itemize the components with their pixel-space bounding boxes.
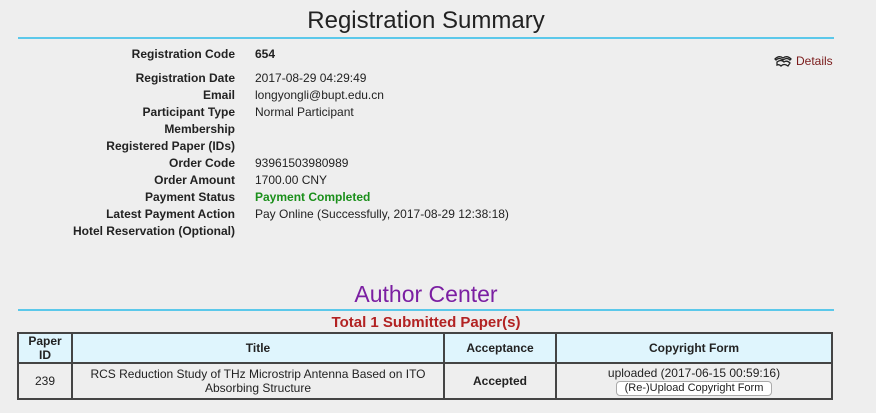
papers-table: Paper ID Title Acceptance Copyright Form… [17,332,833,400]
field-label: Latest Payment Action [106,207,235,221]
registration-summary-title: Registration Summary [307,7,545,34]
author-center-title: Author Center [354,281,498,307]
field-label: Participant Type [142,105,235,119]
details-icon [774,54,792,68]
column-header-paper-id: Paper ID [17,332,73,364]
details-link[interactable]: Details [774,54,833,68]
acceptance-status: Accepted [443,362,557,400]
field-label: Membership [164,122,235,136]
field-value: 654 [255,47,276,61]
field-label: Registered Paper (IDs) [106,139,235,153]
field-label: Registration Code [131,47,235,61]
field-value: longyongli@bupt.edu.cn [255,88,384,102]
payment-status-badge: Payment Completed [255,190,371,204]
divider [18,309,834,311]
field-value: 93961503980989 [255,156,349,170]
copyright-upload-status: uploaded (2017-06-15 00:59:16) [607,366,781,380]
paper-id-cell: 239 [17,362,73,400]
field-value: Normal Participant [255,105,354,119]
field-label: Registration Date [135,71,235,85]
upload-copyright-form-button[interactable]: (Re-)Upload Copyright Form [615,381,773,396]
column-header-title: Title [71,332,445,364]
field-label: Order Code [168,156,235,170]
column-header-copyright-form: Copyright Form [555,332,833,364]
field-value: Pay Online (Successfully, 2017-08-29 12:… [255,207,509,221]
field-label: Order Amount [154,173,235,187]
field-value: 2017-08-29 04:29:49 [255,71,367,85]
submitted-papers-count: Total 1 Submitted Paper(s) [331,314,521,331]
table-header-row: Paper ID Title Acceptance Copyright Form [17,332,833,364]
divider [18,37,834,39]
paper-title-cell: RCS Reduction Study of THz Microstrip An… [71,362,445,400]
column-header-acceptance: Acceptance [443,332,557,364]
field-value: 1700.00 CNY [255,173,328,187]
field-label: Email [202,88,235,102]
field-label: Payment Status [144,190,235,204]
table-row: 239 RCS Reduction Study of THz Microstri… [17,362,833,400]
field-label: Hotel Reservation (Optional) [72,224,235,238]
copyright-form-cell: uploaded (2017-06-15 00:59:16) (Re-)Uplo… [555,362,833,400]
details-label[interactable]: Details [796,54,833,68]
